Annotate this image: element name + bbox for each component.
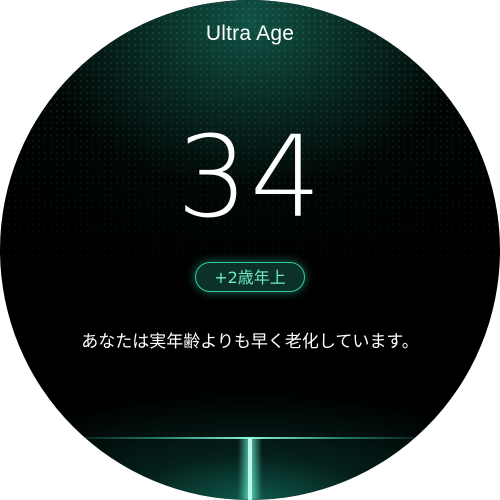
aging-message: あなたは実年齢よりも早く老化しています。 (81, 332, 419, 352)
bottom-glow-background (0, 0, 500, 500)
age-difference-badge: +2歳年上 (195, 262, 305, 292)
ultra-age-value: 34 (176, 113, 324, 243)
watch-screen: Ultra Age 34 +2歳年上 あなたは実年齢よりも早く老化しています。 (0, 0, 500, 500)
light-beam-core (248, 438, 252, 500)
app-title: Ultra Age (205, 22, 295, 45)
